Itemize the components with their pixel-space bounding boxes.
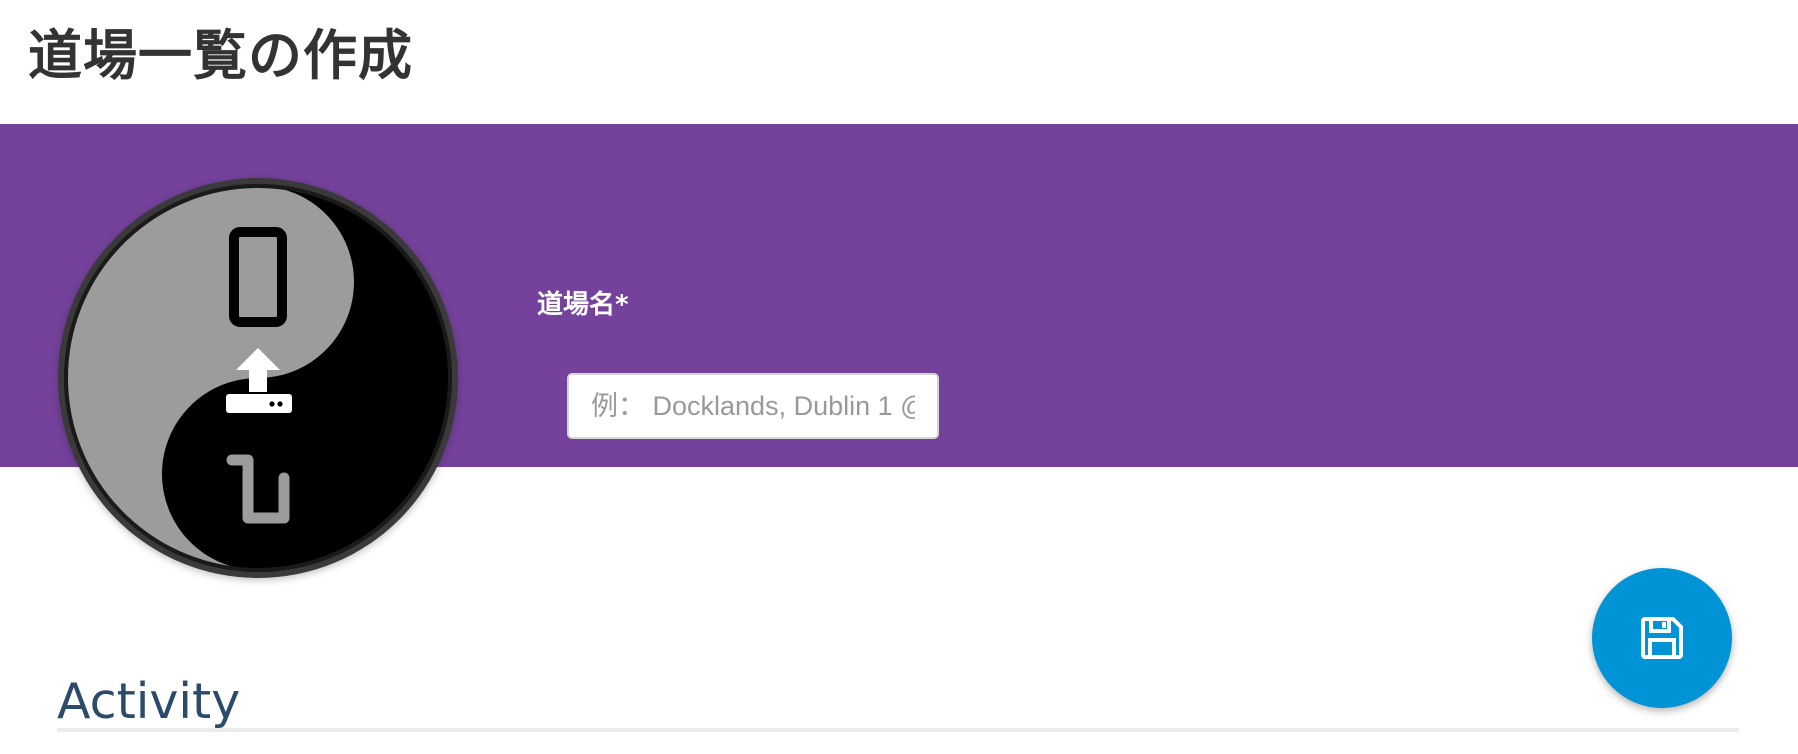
dojo-avatar-upload[interactable] <box>58 178 458 578</box>
dojo-name-label: 道場名* <box>537 290 629 320</box>
dojo-logo-image <box>58 178 458 578</box>
floppy-disk-icon <box>1641 617 1683 659</box>
page-title: 道場一覧の作成 <box>28 24 413 87</box>
dojo-name-input[interactable] <box>567 373 939 439</box>
create-dojo-page: 道場一覧の作成 道場名* 例： Docklands, Dublin 1 @ CH… <box>0 0 1798 754</box>
save-button[interactable] <box>1592 568 1732 708</box>
section-divider <box>57 728 1739 732</box>
